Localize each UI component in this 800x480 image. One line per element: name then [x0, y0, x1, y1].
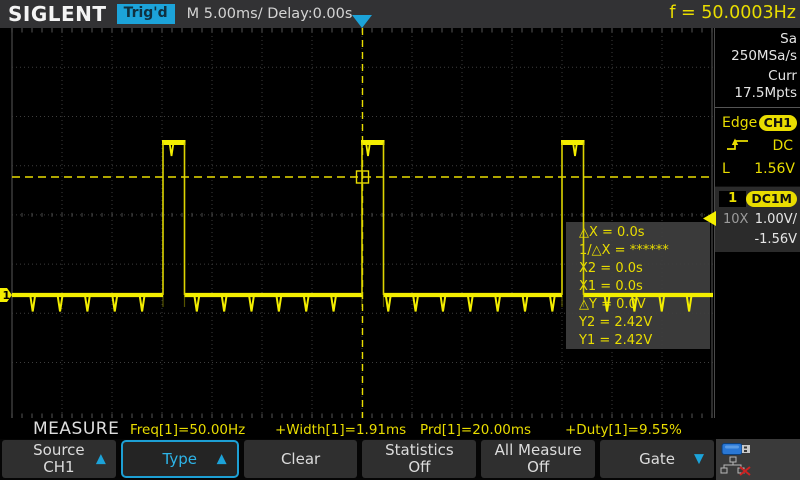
trigger-descriptor[interactable]: Edge CH1 DC L 1.56V — [715, 107, 800, 184]
chevron-down-icon: ▼ — [694, 451, 704, 468]
menu-button-gate[interactable]: Gate▼ — [600, 440, 714, 478]
timebase-readout[interactable]: M 5.00ms/ Delay:0.00s — [187, 6, 353, 22]
top-status-bar: SIGLENT Trig'd M 5.00ms/ Delay:0.00s f =… — [0, 0, 800, 28]
trigger-source-badge: CH1 — [759, 115, 797, 131]
measure-item: +Duty[1]=9.55% — [565, 422, 682, 438]
ch1-waveform-trace — [12, 143, 713, 312]
probe-attenuation: 10X — [723, 212, 748, 227]
siglent-logo: SIGLENT — [8, 2, 107, 26]
waveform-layer: 1 — [0, 28, 716, 418]
chevron-up-icon: ▲ — [96, 451, 106, 468]
menu-button-type[interactable]: Type▲ — [121, 440, 239, 478]
sample-rate: Sa 250MSa/s — [715, 28, 800, 65]
trigger-level-value: 1.56V — [754, 161, 795, 177]
menu-button-statistics[interactable]: StatisticsOff — [362, 440, 476, 478]
status-icons-cell — [716, 439, 800, 480]
usb-icon — [721, 442, 755, 456]
channel-coupling-badge: DC1M — [746, 191, 797, 207]
menu-button-all-measure[interactable]: All MeasureOff — [481, 440, 595, 478]
measure-item: Freq[1]=50.00Hz — [130, 422, 245, 438]
vertical-scale: 1.00V/ — [755, 212, 797, 227]
frequency-counter: f = 50.0003Hz — [669, 3, 796, 23]
trigger-level-marker-icon[interactable] — [703, 211, 716, 226]
trigger-coupling: DC — [772, 138, 793, 154]
channel-descriptor[interactable]: 1 DC1M 10X 1.00V/ -1.56V — [715, 186, 800, 252]
trigger-mode: Edge — [722, 115, 757, 131]
chevron-up-icon: ▲ — [217, 451, 227, 468]
trigger-position-marker-icon[interactable] — [352, 15, 372, 28]
menu-button-clear[interactable]: Clear — [244, 440, 358, 478]
trigger-level-label: L — [722, 161, 730, 177]
softkey-menu: SourceCH1▲Type▲ClearStatisticsOffAll Mea… — [0, 439, 716, 480]
lan-disconnected-icon — [720, 456, 754, 476]
vertical-offset: -1.56V — [754, 232, 797, 247]
channel1-marker-label: 1 — [3, 289, 11, 302]
measure-item: +Width[1]=1.91ms — [275, 422, 406, 438]
measure-item: Prd[1]=20.00ms — [420, 422, 531, 438]
measure-title: MEASURE — [33, 419, 119, 439]
measure-bar: MEASURE Freq[1]=50.00Hz +Width[1]=1.91ms P… — [0, 418, 716, 439]
oscilloscope-screen: SIGLENT Trig'd M 5.00ms/ Delay:0.00s f =… — [0, 0, 800, 480]
rising-edge-icon — [726, 137, 750, 155]
right-sidebar: Sa 250MSa/s Curr 17.5Mpts Edge CH1 DC L … — [714, 28, 800, 418]
trigger-status-badge: Trig'd — [117, 4, 175, 24]
channel-number: 1 — [719, 191, 746, 207]
menu-button-source[interactable]: SourceCH1▲ — [2, 440, 116, 478]
memory-depth: Curr 17.5Mpts — [715, 65, 800, 102]
